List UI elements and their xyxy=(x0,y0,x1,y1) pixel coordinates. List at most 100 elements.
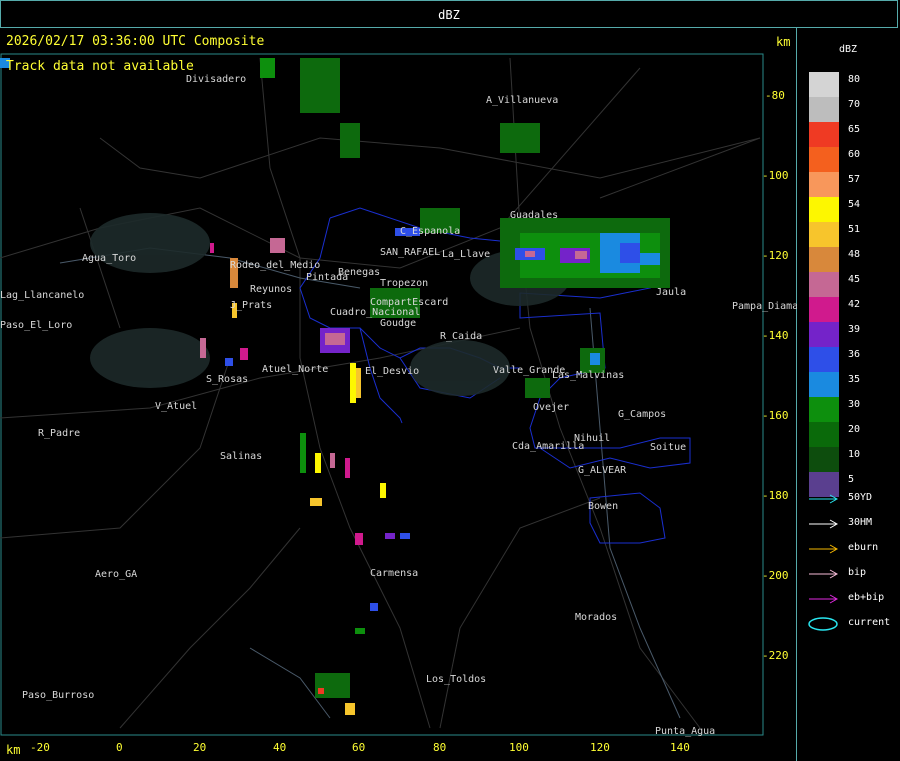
x-tick: 20 xyxy=(193,741,206,754)
dbz-legend: dBZ 80 70 65 60 57 54 51 48 45 42 39 36 35 30 20 10 5 50… xyxy=(798,28,900,761)
x-tick: 80 xyxy=(433,741,446,754)
place-label: Pampa_Diamante xyxy=(732,301,797,312)
place-label: Morados xyxy=(575,612,617,623)
axis-ticks: -20 0 20 40 60 80 100 120 140 -80 -100 -… xyxy=(30,89,789,754)
x-tick: 0 xyxy=(116,741,123,754)
legend-level-label: 57 xyxy=(848,174,861,185)
legend-swatch xyxy=(809,222,839,247)
place-label: Salinas xyxy=(220,451,262,462)
y-tick: -80 xyxy=(765,89,785,102)
legend-level-label: 20 xyxy=(848,424,861,435)
y-tick: -220 xyxy=(762,649,789,662)
y-tick: -100 xyxy=(762,169,789,182)
place-label: Las_Malvinas xyxy=(552,370,624,381)
legend-track-symbol xyxy=(808,591,840,605)
legend-level-label: 70 xyxy=(848,99,861,110)
legend-swatch xyxy=(809,322,839,347)
legend-swatch xyxy=(809,197,839,222)
track-status-label: Track data not available xyxy=(6,59,194,74)
place-label: Rodeo_del_Medio xyxy=(230,260,320,271)
legend-track-symbol xyxy=(808,491,840,505)
place-label: La_Llave xyxy=(442,249,490,260)
legend-level-label: 51 xyxy=(848,224,861,235)
legend-track-label: 30HM xyxy=(848,517,873,528)
place-label: Reyunos xyxy=(250,284,292,295)
y-tick: -180 xyxy=(762,489,789,502)
legend-track-symbol xyxy=(808,616,840,631)
legend-track-label: bip xyxy=(848,567,867,578)
legend-swatch xyxy=(809,147,839,172)
km-unit-top: km xyxy=(776,35,791,49)
place-label: Atuel_Norte xyxy=(262,364,328,375)
road-lines xyxy=(0,57,761,729)
km-unit-bottom: km xyxy=(6,743,21,757)
place-label: Soitue xyxy=(650,442,686,453)
place-label: Bowen xyxy=(588,501,618,512)
window-title: dBZ xyxy=(438,8,460,22)
legend-swatch xyxy=(809,372,839,397)
x-tick: -20 xyxy=(30,741,50,754)
y-tick: -140 xyxy=(762,329,789,342)
x-tick: 60 xyxy=(352,741,365,754)
legend-level-label: 60 xyxy=(848,149,861,160)
x-tick: 40 xyxy=(273,741,286,754)
place-label: G_Campos xyxy=(618,409,666,420)
place-label: C_Espanola xyxy=(400,226,460,237)
x-tick: 120 xyxy=(590,741,610,754)
legend-level-label: 42 xyxy=(848,299,861,310)
legend-level-label: 65 xyxy=(848,124,861,135)
place-label: SAN_RAFAEL xyxy=(380,247,440,258)
legend-swatch xyxy=(809,272,839,297)
legend-track-symbol xyxy=(808,541,840,555)
legend-swatch xyxy=(809,122,839,147)
place-label: Goudge xyxy=(380,318,416,329)
place-label: A_Villanueva xyxy=(486,95,558,106)
timestamp-label: 2026/02/17 03:36:00 UTC Composite xyxy=(6,34,265,49)
y-tick: -120 xyxy=(762,249,789,262)
legend-level-label: 54 xyxy=(848,199,861,210)
place-label: Paso_El_Loro xyxy=(0,320,72,331)
place-label: Tropezon xyxy=(380,278,428,289)
place-label: G_ALVEAR xyxy=(578,465,627,476)
place-label: Benegas xyxy=(338,267,380,278)
place-label: R_Caida xyxy=(440,331,482,342)
legend-track-label: eburn xyxy=(848,542,879,553)
place-label: El_Desvio xyxy=(365,366,419,377)
place-label: Punta_Agua xyxy=(655,726,715,737)
radar-map[interactable]: Divisadero A_Villanueva Guadales Agua_To… xyxy=(0,28,797,761)
place-label: Carmensa xyxy=(370,568,418,579)
radar-echoes xyxy=(0,58,670,715)
place-label: Agua_Toro xyxy=(82,253,136,264)
river-lines xyxy=(59,247,681,719)
place-label: S_Rosas xyxy=(206,374,248,385)
place-label: Aero_GA xyxy=(95,569,137,580)
legend-swatch xyxy=(809,397,839,422)
legend-level-label: 5 xyxy=(848,474,855,485)
place-label: V_Atuel xyxy=(155,401,197,412)
legend-title: dBZ xyxy=(838,44,858,55)
legend-swatch xyxy=(809,347,839,372)
y-tick: -160 xyxy=(762,409,789,422)
legend-track-symbol xyxy=(808,566,840,580)
plot-border xyxy=(0,53,764,736)
title-bar: dBZ xyxy=(0,0,898,28)
legend-track-label: current xyxy=(848,617,891,628)
y-tick: -200 xyxy=(762,569,789,582)
legend-swatch xyxy=(809,72,839,97)
legend-level-label: 36 xyxy=(848,349,861,360)
place-label: Paso_Burroso xyxy=(22,690,94,701)
legend-swatch xyxy=(809,447,839,472)
x-tick: 140 xyxy=(670,741,690,754)
legend-track-label: eb+bip xyxy=(848,592,885,603)
map-canvas: Divisadero A_Villanueva Guadales Agua_To… xyxy=(0,53,797,754)
legend-swatch xyxy=(809,297,839,322)
legend-level-label: 30 xyxy=(848,399,861,410)
legend-track-label: 50YD xyxy=(848,492,873,503)
place-label: Guadales xyxy=(510,210,558,221)
legend-swatch xyxy=(809,97,839,122)
place-label: Lag_Llancanelo xyxy=(0,290,84,301)
place-label: Los_Toldos xyxy=(426,674,486,685)
legend-level-label: 10 xyxy=(848,449,861,460)
legend-level-label: 48 xyxy=(848,249,861,260)
legend-swatch xyxy=(809,422,839,447)
